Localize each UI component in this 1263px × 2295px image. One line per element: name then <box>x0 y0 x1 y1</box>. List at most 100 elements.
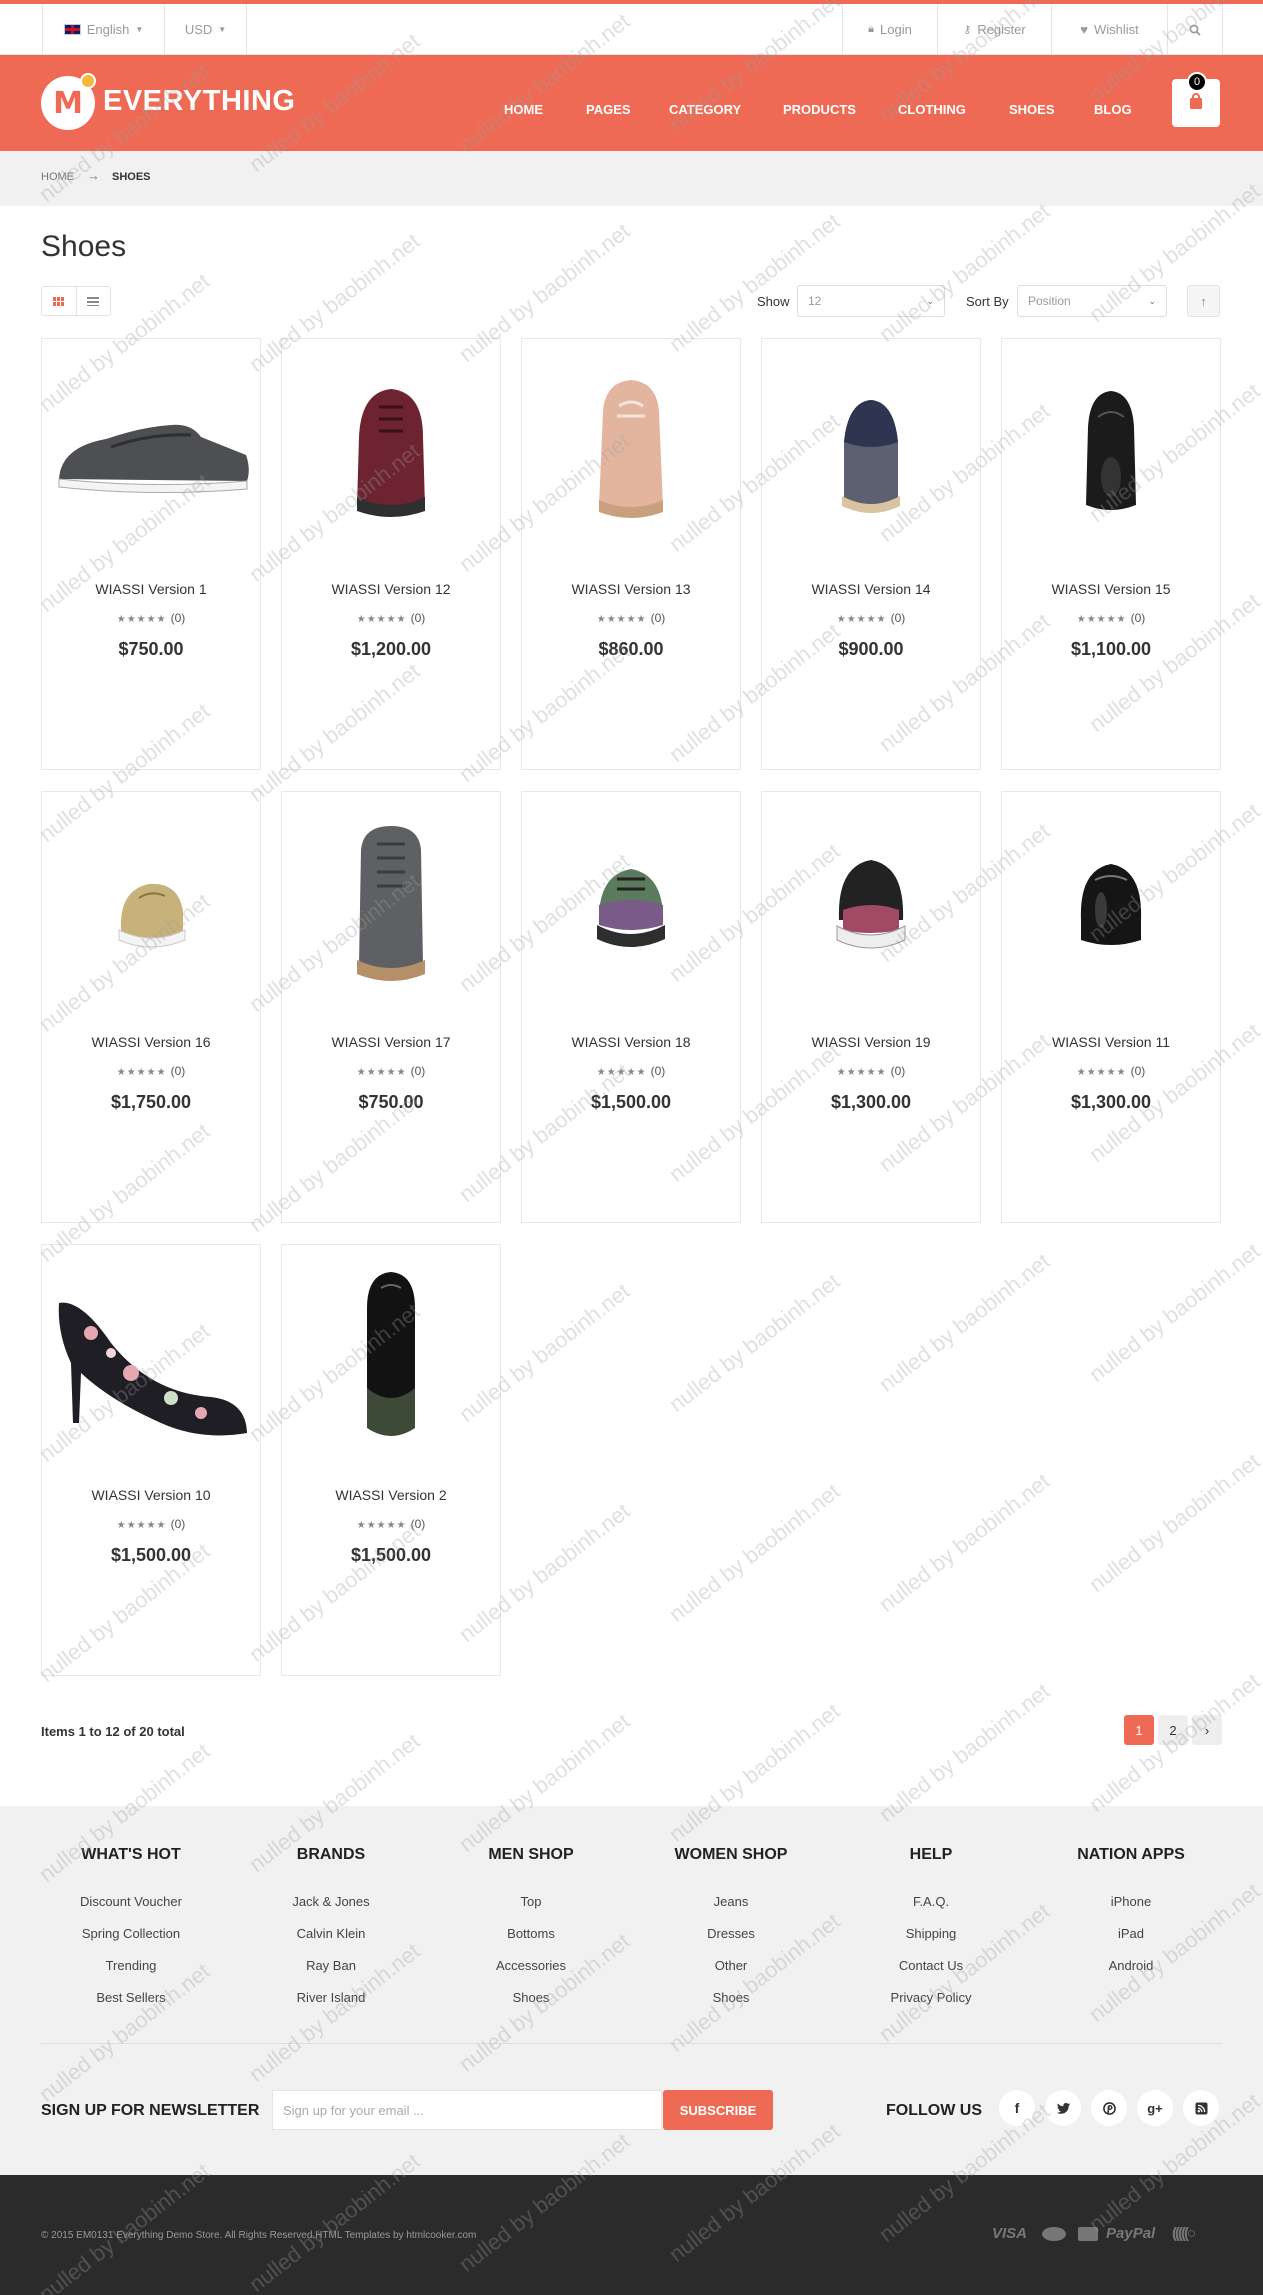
product-card[interactable]: WIASSI Version 1 ★★★★★ (0) $750.00 <box>41 338 261 770</box>
nav-shoes[interactable]: SHOES <box>1009 102 1055 117</box>
product-card[interactable]: WIASSI Version 17 ★★★★★ (0) $750.00 <box>281 791 501 1223</box>
subscribe-button[interactable]: SUBSCRIBE <box>663 2090 773 2130</box>
footer-link[interactable]: iPad <box>1031 1918 1231 1950</box>
footer-link[interactable]: Privacy Policy <box>831 1982 1031 2014</box>
language-selector[interactable]: English ▼ <box>42 4 164 55</box>
grid-view-button[interactable] <box>42 287 76 315</box>
product-card[interactable]: WIASSI Version 14 ★★★★★ (0) $900.00 <box>761 338 981 770</box>
language-label: English <box>86 22 130 37</box>
sort-select[interactable]: Position ⌄ <box>1017 285 1167 317</box>
footer-link[interactable]: River Island <box>231 1982 431 2014</box>
nav-products[interactable]: PRODUCTS <box>783 102 856 117</box>
product-name[interactable]: WIASSI Version 17 <box>282 1034 500 1050</box>
product-card[interactable]: WIASSI Version 18 ★★★★★ (0) $1,500.00 <box>521 791 741 1223</box>
product-card[interactable]: WIASSI Version 2 ★★★★★ (0) $1,500.00 <box>281 1244 501 1676</box>
product-image[interactable] <box>762 349 980 554</box>
product-image[interactable] <box>522 349 740 554</box>
sort-direction-button[interactable]: ↑ <box>1187 285 1220 317</box>
nav-pages[interactable]: PAGES <box>586 102 631 117</box>
search-button[interactable] <box>1167 4 1223 55</box>
product-name[interactable]: WIASSI Version 16 <box>42 1034 260 1050</box>
product-name[interactable]: WIASSI Version 15 <box>1002 581 1220 597</box>
footer-link[interactable]: Trending <box>31 1950 231 1982</box>
login-link[interactable]: 🔒︎ Login <box>842 4 937 55</box>
footer-link[interactable]: iPhone <box>1031 1886 1231 1918</box>
footer: WHAT'S HOT Discount Voucher Spring Collect… <box>0 1806 1263 2175</box>
footer-column-title: WHAT'S HOT <box>81 1846 181 1863</box>
pinterest-icon[interactable] <box>1091 2090 1127 2126</box>
page-2-button[interactable]: 2 <box>1158 1715 1188 1745</box>
product-name[interactable]: WIASSI Version 10 <box>42 1487 260 1503</box>
facebook-icon[interactable]: f <box>999 2090 1035 2126</box>
product-card[interactable]: WIASSI Version 10 ★★★★★ (0) $1,500.00 <box>41 1244 261 1676</box>
product-image[interactable] <box>282 1255 500 1460</box>
product-card[interactable]: WIASSI Version 12 ★★★★★ (0) $1,200.00 <box>281 338 501 770</box>
footer-link[interactable]: Shipping <box>831 1918 1031 1950</box>
product-image[interactable] <box>1002 802 1220 1007</box>
footer-link[interactable]: Dresses <box>631 1918 831 1950</box>
footer-link[interactable]: Ray Ban <box>231 1950 431 1982</box>
nav-category[interactable]: CATEGORY <box>669 102 741 117</box>
footer-link[interactable]: Shoes <box>631 1982 831 2014</box>
footer-link[interactable]: Other <box>631 1950 831 1982</box>
product-image[interactable] <box>42 349 260 554</box>
currency-selector[interactable]: USD ▼ <box>164 4 247 55</box>
caret-down-icon: ▼ <box>218 25 227 34</box>
footer-link[interactable]: Spring Collection <box>31 1918 231 1950</box>
product-rating: ★★★★★ (0) <box>762 1064 980 1078</box>
next-page-button[interactable]: › <box>1192 1715 1222 1745</box>
top-bar: English ▼ USD ▼ 🔒︎ Login ⚷ Register ♥ Wi… <box>0 0 1263 55</box>
product-name[interactable]: WIASSI Version 13 <box>522 581 740 597</box>
footer-link[interactable]: Calvin Klein <box>231 1918 431 1950</box>
product-image[interactable] <box>1002 349 1220 554</box>
show-select[interactable]: 12 ⌄ <box>797 285 945 317</box>
product-image[interactable] <box>42 802 260 1007</box>
nav-clothing[interactable]: CLOTHING <box>898 102 966 117</box>
view-mode-toggle <box>41 286 111 316</box>
breadcrumb-home[interactable]: HOME <box>41 171 74 183</box>
product-image[interactable] <box>282 802 500 1007</box>
footer-link[interactable]: Top <box>431 1886 631 1918</box>
twitter-bird-glyph <box>1056 2102 1070 2114</box>
footer-column: HELP F.A.Q. Shipping Contact Us Privacy Poli… <box>831 1846 1031 2014</box>
product-card[interactable]: WIASSI Version 16 ★★★★★ (0) $1,750.00 <box>41 791 261 1223</box>
wishlist-link[interactable]: ♥ Wishlist <box>1051 4 1167 55</box>
footer-link[interactable]: Shoes <box>431 1982 631 2014</box>
footer-link[interactable]: Jeans <box>631 1886 831 1918</box>
rss-icon[interactable] <box>1183 2090 1219 2126</box>
product-card[interactable]: WIASSI Version 19 ★★★★★ (0) $1,300.00 <box>761 791 981 1223</box>
footer-link[interactable]: Accessories <box>431 1950 631 1982</box>
breadcrumb: HOME → SHOES <box>0 151 1263 206</box>
product-name[interactable]: WIASSI Version 12 <box>282 581 500 597</box>
product-card[interactable]: WIASSI Version 11 ★★★★★ (0) $1,300.00 <box>1001 791 1221 1223</box>
footer-link[interactable]: Contact Us <box>831 1950 1031 1982</box>
footer-link[interactable]: Bottoms <box>431 1918 631 1950</box>
newsletter-email-input[interactable]: Sign up for your email ... <box>272 2090 662 2130</box>
list-view-button[interactable] <box>75 287 111 315</box>
product-name[interactable]: WIASSI Version 18 <box>522 1034 740 1050</box>
twitter-icon[interactable] <box>1045 2090 1081 2126</box>
footer-link[interactable]: Best Sellers <box>31 1982 231 2014</box>
nav-home[interactable]: HOME <box>504 102 543 117</box>
product-name[interactable]: WIASSI Version 1 <box>42 581 260 597</box>
logo-text[interactable]: EVERYTHING <box>103 85 295 118</box>
product-image[interactable] <box>762 802 980 1007</box>
footer-link[interactable]: Android <box>1031 1950 1231 1982</box>
product-card[interactable]: WIASSI Version 13 ★★★★★ (0) $860.00 <box>521 338 741 770</box>
footer-link[interactable]: F.A.Q. <box>831 1886 1031 1918</box>
page-1-button[interactable]: 1 <box>1124 1715 1154 1745</box>
register-link[interactable]: ⚷ Register <box>937 4 1051 55</box>
product-name[interactable]: WIASSI Version 14 <box>762 581 980 597</box>
google-plus-icon[interactable]: g+ <box>1137 2090 1173 2126</box>
footer-link[interactable]: Discount Voucher <box>31 1886 231 1918</box>
footer-link[interactable]: Jack & Jones <box>231 1886 431 1918</box>
product-image[interactable] <box>522 802 740 1007</box>
product-name[interactable]: WIASSI Version 2 <box>282 1487 500 1503</box>
product-name[interactable]: WIASSI Version 19 <box>762 1034 980 1050</box>
product-image[interactable] <box>42 1255 260 1460</box>
product-name[interactable]: WIASSI Version 11 <box>1002 1034 1220 1050</box>
product-card[interactable]: WIASSI Version 15 ★★★★★ (0) $1,100.00 <box>1001 338 1221 770</box>
nav-blog[interactable]: BLOG <box>1094 102 1132 117</box>
footer-column-title: BRANDS <box>296 1846 366 1863</box>
product-image[interactable] <box>282 349 500 554</box>
